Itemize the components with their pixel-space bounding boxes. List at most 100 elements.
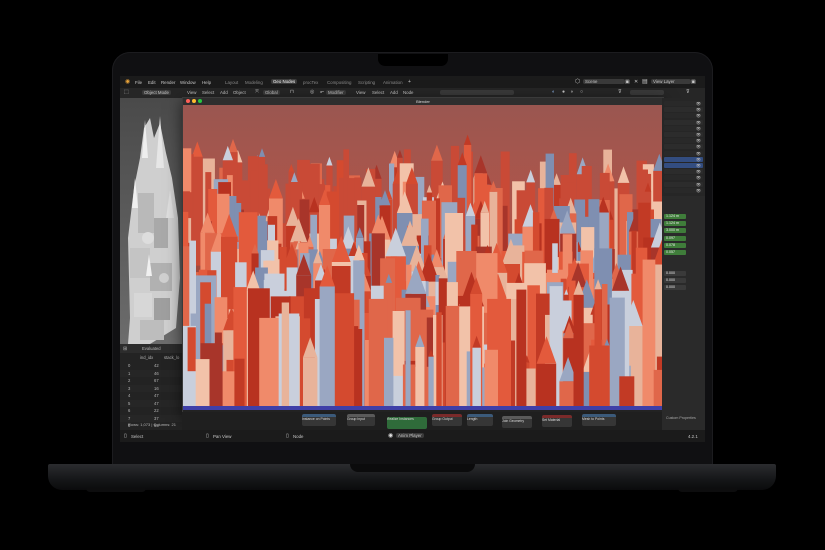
shading-rendered-icon[interactable]: ○ (580, 89, 583, 95)
property-value[interactable]: 1.124 m (664, 221, 686, 226)
minimize-window-button[interactable] (192, 99, 196, 103)
menu-add-node[interactable]: Add (390, 90, 398, 95)
outliner-item[interactable]: 👁 (664, 156, 703, 162)
property-value[interactable]: 1.124 m (664, 214, 686, 219)
copy-icon[interactable]: ▣ (625, 79, 630, 85)
outliner-item[interactable]: 👁 (664, 132, 703, 137)
outliner-item[interactable]: 👁 (664, 187, 703, 193)
menu-select-node[interactable]: Select (372, 90, 384, 95)
node-editor[interactable]: Rows: 1,073 | Columns: 21 Instance on Po… (128, 412, 662, 430)
close-icon[interactable]: ✕ (634, 79, 638, 85)
node[interactable]: Group Input (347, 414, 375, 426)
node-group-selector[interactable] (440, 90, 514, 95)
menu-add[interactable]: Add (220, 90, 228, 95)
visibility-icon[interactable]: 👁 (696, 132, 701, 137)
scene-selector[interactable]: Scene (583, 79, 625, 84)
visibility-icon[interactable]: 👁 (696, 120, 701, 125)
viewport-3d[interactable] (120, 98, 182, 344)
properties-panel[interactable]: 1.124 m 1.124 m 3.000 m 0.097 0.078 0.05… (662, 196, 705, 430)
editor-type-icon[interactable]: ⬚ (124, 89, 129, 95)
property-value[interactable]: 3.000 m (664, 228, 686, 233)
visibility-icon[interactable]: 👁 (696, 169, 701, 174)
tab-compositing[interactable]: Compositing (327, 80, 351, 85)
dock-app-label[interactable]: Anim Player (396, 433, 424, 438)
menu-render[interactable]: Render (161, 80, 175, 85)
visibility-icon[interactable]: 👁 (696, 113, 701, 118)
snap-icon[interactable]: ⊓ (290, 89, 294, 95)
node[interactable]: Mesh to Points (582, 414, 616, 426)
shading-solid-icon[interactable]: ● (562, 89, 565, 95)
blender-logo-icon[interactable]: ◉ (125, 78, 130, 85)
overlay-icon[interactable]: ◐ (552, 89, 555, 95)
tab-proctex[interactable]: procTex (303, 80, 318, 85)
outliner-item[interactable]: 👁 (664, 119, 703, 125)
menu-help[interactable]: Help (202, 80, 211, 85)
node-active[interactable]: Realize Instances (387, 417, 427, 429)
shading-material-icon[interactable]: ◑ (570, 89, 573, 95)
menu-file[interactable]: File (135, 80, 142, 85)
custom-properties-panel[interactable]: Custom Properties (666, 416, 696, 420)
outliner-item[interactable]: 👁 (664, 107, 703, 113)
tab-geo-nodes[interactable]: Geo Nodes (271, 79, 298, 84)
node[interactable]: Group Output (432, 414, 462, 426)
outliner-item[interactable]: 👁 (664, 175, 703, 181)
menu-view-node[interactable]: View (356, 90, 365, 95)
outliner-item[interactable]: 👁 (664, 163, 703, 168)
close-window-button[interactable] (186, 99, 190, 103)
outliner-item[interactable]: 👁 (664, 113, 703, 119)
node[interactable]: Join Geometry (502, 416, 532, 428)
evaluated-dropdown[interactable]: Evaluated (142, 346, 161, 351)
outliner-search-input[interactable] (630, 90, 664, 95)
tab-layout[interactable]: Layout (225, 80, 238, 85)
visibility-icon[interactable]: 👁 (696, 144, 701, 149)
menu-window[interactable]: Window (180, 80, 196, 85)
filter-icon[interactable]: ⊽ (618, 89, 622, 95)
node[interactable]: Set Material (542, 415, 572, 427)
visibility-icon[interactable]: 👁 (696, 151, 701, 156)
node-tree-icon[interactable]: ⟜ (320, 89, 324, 95)
visibility-icon[interactable]: 👁 (696, 107, 701, 112)
property-value[interactable]: 0.097 (664, 236, 686, 241)
spreadsheet-editor-icon[interactable]: ⊞ (123, 346, 127, 352)
modifier-dropdown[interactable]: Modifier (326, 90, 346, 95)
outliner-item[interactable]: 👁 (664, 138, 703, 144)
orientation-dropdown[interactable]: Global (263, 90, 280, 95)
tab-modeling[interactable]: Modeling (245, 80, 263, 85)
copy-icon[interactable]: ▣ (691, 79, 696, 85)
outliner-item[interactable]: 👁 (664, 125, 703, 131)
filter-icon[interactable]: ⊽ (686, 89, 690, 95)
menu-object[interactable]: Object (233, 90, 246, 95)
outliner-item[interactable]: 👁 (664, 181, 703, 187)
property-value[interactable]: 0.000 (664, 278, 686, 283)
mode-dropdown[interactable]: Object Mode (142, 90, 171, 95)
property-value[interactable]: 0.078 (664, 243, 686, 248)
tab-animation[interactable]: Animation (383, 80, 403, 85)
outliner-item[interactable]: 👁 (664, 169, 703, 175)
node[interactable]: Length (467, 414, 493, 426)
visibility-icon[interactable]: 👁 (696, 157, 701, 162)
outliner[interactable]: 👁 👁 👁 👁 👁 👁 👁 👁 👁 👁 👁 👁 👁 👁 👁 (662, 98, 705, 196)
menu-view[interactable]: View (187, 90, 196, 95)
node[interactable]: Instance on Points (302, 414, 336, 426)
tab-scripting[interactable]: Scripting (358, 80, 375, 85)
zoom-window-button[interactable] (198, 99, 202, 103)
visibility-icon[interactable]: 👁 (696, 101, 701, 106)
outliner-item[interactable]: 👁 (664, 101, 703, 106)
view-layer-selector[interactable]: View Layer (651, 79, 691, 84)
visibility-icon[interactable]: 👁 (696, 182, 701, 187)
outliner-item[interactable]: 👁 (664, 144, 703, 150)
outliner-item[interactable]: 👁 (664, 150, 703, 156)
menu-select[interactable]: Select (202, 90, 214, 95)
property-value[interactable]: 0.000 (664, 271, 686, 276)
visibility-icon[interactable]: 👁 (696, 188, 701, 193)
menu-node[interactable]: Node (403, 90, 414, 95)
visibility-icon[interactable]: 👁 (696, 163, 701, 168)
render-window[interactable]: Blender (182, 97, 664, 414)
visibility-icon[interactable]: 👁 (696, 126, 701, 131)
property-value[interactable]: 0.057 (664, 250, 686, 255)
proportional-edit-icon[interactable]: ◎ (310, 89, 314, 95)
add-workspace-button[interactable]: + (408, 79, 411, 85)
visibility-icon[interactable]: 👁 (696, 138, 701, 143)
menu-edit[interactable]: Edit (148, 80, 156, 85)
visibility-icon[interactable]: 👁 (696, 175, 701, 180)
